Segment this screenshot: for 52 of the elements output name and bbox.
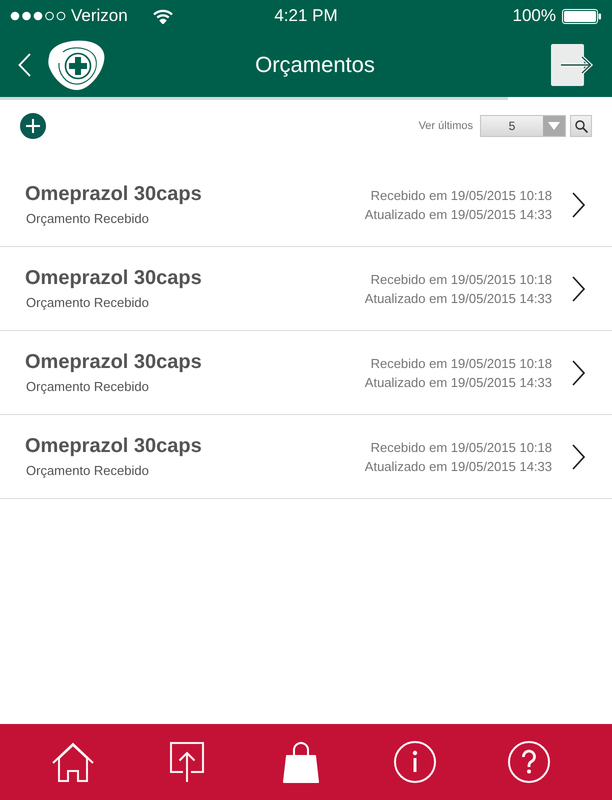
help-tab[interactable] (508, 740, 550, 784)
filter-label: Ver últimos (418, 118, 473, 134)
caret-icon (543, 116, 565, 136)
updated-date: Atualizado em 19/05/2015 14:33 (364, 206, 552, 224)
count-select[interactable]: 5 (480, 115, 566, 137)
shopping-bag-icon (283, 741, 319, 783)
quote-status: Orçamento Recebido (26, 379, 150, 395)
logo-icon (46, 38, 106, 90)
search-icon (574, 120, 588, 132)
quote-status: Orçamento Recebido (26, 463, 150, 479)
home-icon (52, 742, 94, 782)
signal-strength-icon (10, 11, 66, 21)
quote-row[interactable]: Omeprazol 30caps Orçamento Recebido Recebido em 19/05/2015 10:18 Atualizado em 19/05/2015 14:33 (0, 163, 612, 247)
back-button[interactable] (16, 52, 32, 78)
battery-icon (562, 8, 602, 24)
received-date: Recebido em 19/05/2015 10:18 (370, 186, 552, 204)
quote-status: Orçamento Recebido (26, 295, 150, 311)
wifi-icon (152, 8, 173, 24)
add-button[interactable] (20, 113, 46, 139)
received-date: Recebido em 19/05/2015 10:18 (370, 354, 552, 372)
quote-row[interactable]: Omeprazol 30caps Orçamento Recebido Recebido em 19/05/2015 10:18 Atualizado em 19/05/2015 14:33 (0, 247, 612, 331)
info-tab[interactable] (394, 740, 436, 784)
quote-title: Omeprazol 30caps (25, 266, 202, 290)
received-date: Recebido em 19/05/2015 10:18 (370, 270, 552, 288)
logout-button[interactable] (551, 44, 593, 86)
plus-icon (26, 119, 40, 133)
updated-date: Atualizado em 19/05/2015 14:33 (364, 458, 552, 476)
chevron-icon (572, 444, 585, 470)
upload-icon (170, 742, 204, 782)
screen-title: Orçamentos (254, 50, 375, 78)
back-chevron-icon (18, 52, 30, 76)
chevron-icon (572, 360, 585, 386)
quote-row[interactable]: Omeprazol 30caps Orçamento Recebido Recebido em 19/05/2015 10:18 Atualizado em 19/05/2015 14:33 (0, 415, 612, 499)
carrier-name: Verizon (71, 6, 128, 26)
info-icon (394, 741, 436, 783)
quote-row[interactable]: Omeprazol 30caps Orçamento Recebido Recebido em 19/05/2015 10:18 Atualizado em 19/05/2015 14:33 (0, 331, 612, 415)
chevron-icon (572, 276, 585, 302)
search-button[interactable] (570, 115, 592, 137)
received-date: Recebido em 19/05/2015 10:18 (370, 438, 552, 456)
updated-date: Atualizado em 19/05/2015 14:33 (364, 374, 552, 392)
status-time: 4:21 PM (273, 6, 339, 26)
shopping-bag-tab[interactable] (280, 740, 322, 784)
battery-percentage: 100% (512, 6, 556, 26)
updated-date: Atualizado em 19/05/2015 14:33 (364, 290, 552, 308)
quote-status: Orçamento Recebido (26, 211, 150, 227)
exit-icon (551, 44, 593, 86)
help-icon (508, 741, 550, 783)
quote-title: Omeprazol 30caps (25, 350, 202, 374)
chevron-icon (572, 192, 585, 218)
quote-title: Omeprazol 30caps (25, 434, 202, 458)
quote-title: Omeprazol 30caps (25, 182, 202, 206)
home-tab[interactable] (52, 740, 94, 784)
